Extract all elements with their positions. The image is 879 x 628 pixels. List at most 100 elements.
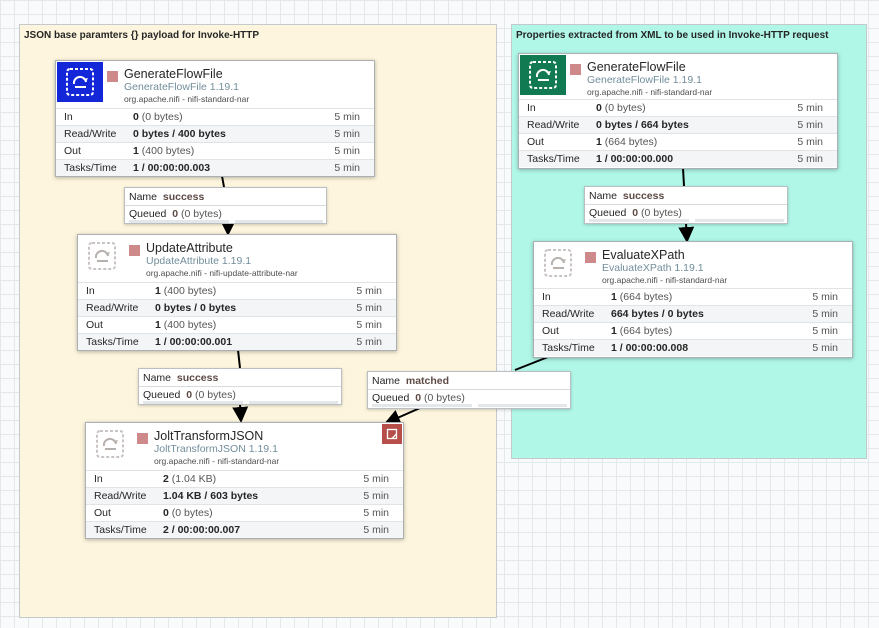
processor-generate-flowfile[interactable]: GenerateFlowFile GenerateFlowFile 1.19.1…	[55, 60, 375, 177]
stat-window: 5 min	[356, 319, 382, 331]
stat-tasks: 1 / 00:00:00.008	[611, 342, 689, 354]
stat-window: 5 min	[363, 473, 389, 485]
processor-type: EvaluateXPath 1.19.1	[602, 262, 704, 274]
queue-bar	[589, 219, 689, 222]
processor-icon	[535, 243, 581, 283]
conn-queued-label: Queued	[589, 207, 627, 219]
conn-name-label: Name	[143, 372, 172, 384]
connection-label-matched[interactable]: Name matched Queued 0 (0 bytes)	[367, 371, 571, 409]
queue-bar	[372, 404, 472, 407]
processor-icon	[79, 236, 125, 276]
stat-window: 5 min	[356, 302, 382, 314]
stat-in-size: (664 bytes)	[619, 291, 673, 303]
conn-name: matched	[405, 375, 450, 387]
stat-in-count: 1	[611, 291, 617, 303]
conn-name: success	[176, 372, 219, 384]
stat-read-write: 0 bytes / 664 bytes	[596, 119, 689, 131]
processor-bundle: org.apache.nifi - nifi-update-attribute-…	[146, 268, 298, 278]
processor-name: JoltTransformJSON	[154, 429, 264, 443]
stat-label-in: In	[542, 291, 551, 303]
processor-update-attribute[interactable]: UpdateAttribute UpdateAttribute 1.19.1 o…	[77, 234, 397, 351]
stat-label-out: Out	[527, 136, 544, 148]
stat-window: 5 min	[812, 325, 838, 337]
stat-label-tasks: Tasks/Time	[542, 342, 595, 354]
processor-bundle: org.apache.nifi - nifi-standard-nar	[587, 87, 713, 97]
conn-queued-label: Queued	[143, 389, 181, 401]
stat-in-count: 0	[596, 102, 602, 114]
connection-label-success[interactable]: Name success Queued 0 (0 bytes)	[124, 187, 327, 224]
stopped-status-icon	[137, 433, 148, 444]
stat-in-size: (0 bytes)	[604, 102, 646, 114]
processor-name: GenerateFlowFile	[587, 60, 686, 74]
stat-label-out: Out	[94, 507, 111, 519]
connection-line	[232, 403, 249, 423]
stat-window: 5 min	[363, 507, 389, 519]
stat-out-count: 1	[596, 136, 602, 148]
stat-in-count: 1	[155, 285, 161, 297]
stat-in-count: 2	[163, 473, 169, 485]
stat-tasks: 2 / 00:00:00.007	[163, 524, 241, 536]
stat-label-out: Out	[86, 319, 103, 331]
stat-out-size: (664 bytes)	[619, 325, 673, 337]
conn-name-label: Name	[372, 375, 401, 387]
stat-in-size: (400 bytes)	[163, 285, 217, 297]
generate-flowfile-icon	[57, 62, 103, 102]
stat-window: 5 min	[797, 102, 823, 114]
stat-label-read-write: Read/Write	[542, 308, 595, 320]
conn-queued-count: 0	[172, 208, 179, 220]
processor-bundle: org.apache.nifi - nifi-standard-nar	[602, 275, 728, 285]
stat-in-size: (1.04 KB)	[171, 473, 217, 485]
stat-out-count: 1	[155, 319, 161, 331]
stat-tasks: 1 / 00:00:00.000	[596, 153, 674, 165]
conn-queued-size: (0 bytes)	[640, 207, 682, 219]
stopped-status-icon	[129, 245, 140, 256]
conn-queued-count: 0	[415, 392, 422, 404]
stat-label-read-write: Read/Write	[527, 119, 580, 131]
stat-label-in: In	[86, 285, 95, 297]
stat-window: 5 min	[334, 162, 360, 174]
conn-queued-size: (0 bytes)	[423, 392, 465, 404]
stat-window: 5 min	[812, 308, 838, 320]
stat-read-write: 0 bytes / 400 bytes	[133, 128, 226, 140]
queue-bar	[143, 401, 243, 404]
connection-label-success[interactable]: Name success Queued 0 (0 bytes)	[584, 186, 788, 224]
processor-type: UpdateAttribute 1.19.1	[146, 255, 252, 267]
stat-window: 5 min	[334, 145, 360, 157]
stat-window: 5 min	[363, 524, 389, 536]
conn-queued-count: 0	[632, 207, 639, 219]
stat-window: 5 min	[356, 285, 382, 297]
processor-type: JoltTransformJSON 1.19.1	[154, 443, 278, 455]
stopped-status-icon	[585, 252, 596, 263]
processor-evaluate-xpath[interactable]: EvaluateXPath EvaluateXPath 1.19.1 org.a…	[533, 241, 853, 358]
stat-label-read-write: Read/Write	[86, 302, 139, 314]
stat-out-size: (664 bytes)	[604, 136, 658, 148]
stat-window: 5 min	[334, 111, 360, 123]
conn-queued-label: Queued	[129, 208, 167, 220]
processor-generate-flowfile[interactable]: GenerateFlowFile GenerateFlowFile 1.19.1…	[518, 53, 838, 169]
connection-label-success[interactable]: Name success Queued 0 (0 bytes)	[138, 368, 342, 405]
conn-queued-size: (0 bytes)	[194, 389, 236, 401]
conn-queued-count: 0	[186, 389, 193, 401]
processor-bundle: org.apache.nifi - nifi-standard-nar	[124, 94, 250, 104]
stat-label-tasks: Tasks/Time	[527, 153, 580, 165]
processor-bundle: org.apache.nifi - nifi-standard-nar	[154, 456, 280, 466]
stat-out-count: 0	[163, 507, 169, 519]
queue-bar	[129, 220, 229, 223]
processor-icon	[87, 424, 133, 464]
stat-out-count: 1	[133, 145, 139, 157]
processor-jolt-transform-json[interactable]: JoltTransformJSON JoltTransformJSON 1.19…	[85, 422, 404, 539]
connection-line	[384, 407, 421, 425]
stat-window: 5 min	[363, 490, 389, 502]
processor-type: GenerateFlowFile 1.19.1	[587, 74, 702, 86]
stat-window: 5 min	[334, 128, 360, 140]
stat-tasks: 1 / 00:00:00.001	[155, 336, 233, 348]
processor-name: GenerateFlowFile	[124, 67, 223, 81]
stat-read-write: 664 bytes / 0 bytes	[611, 308, 704, 320]
comments-note-icon[interactable]	[382, 424, 402, 444]
stat-read-write: 0 bytes / 0 bytes	[155, 302, 237, 314]
stat-label-tasks: Tasks/Time	[86, 336, 139, 348]
connection-line	[237, 349, 241, 369]
stat-window: 5 min	[797, 136, 823, 148]
processor-type: GenerateFlowFile 1.19.1	[124, 81, 239, 93]
connection-line	[682, 167, 685, 187]
